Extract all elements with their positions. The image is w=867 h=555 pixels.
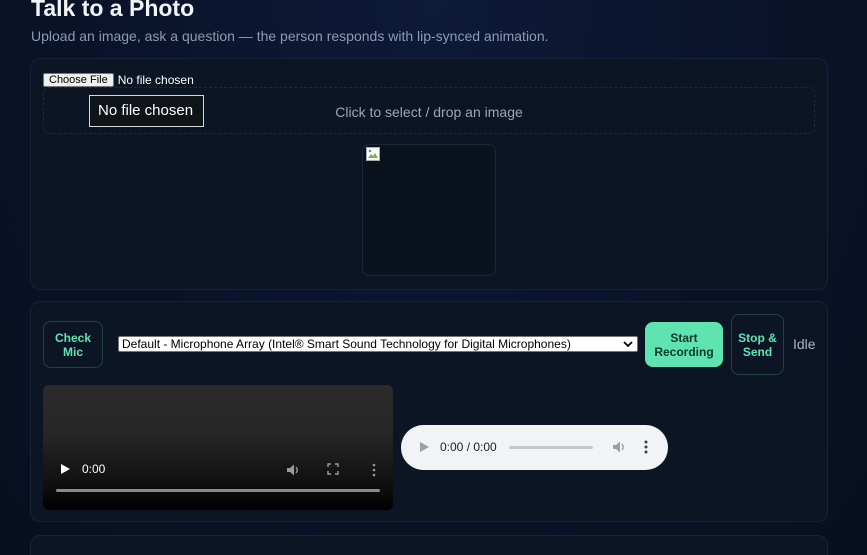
upload-card: Choose File No file chosen Click to sele…	[30, 58, 828, 290]
fullscreen-icon[interactable]	[327, 463, 339, 475]
page-subtitle: Upload an image, ask a question — the pe…	[31, 28, 549, 44]
volume-icon[interactable]	[286, 463, 300, 477]
file-tooltip: No file chosen	[89, 95, 204, 127]
volume-icon[interactable]	[612, 440, 626, 454]
broken-image-icon	[366, 147, 380, 161]
recording-status: Idle	[793, 336, 816, 352]
more-options-icon[interactable]	[369, 463, 379, 477]
stop-send-button[interactable]: Stop & Send	[731, 314, 784, 375]
start-recording-button[interactable]: Start Recording	[645, 322, 723, 367]
audio-progress-bar[interactable]	[509, 446, 593, 449]
file-input[interactable]: Choose File No file chosen	[43, 73, 194, 87]
image-preview	[362, 144, 496, 276]
audio-time: 0:00 / 0:00	[440, 440, 497, 454]
page-title: Talk to a Photo	[31, 0, 195, 21]
play-icon[interactable]	[59, 463, 71, 475]
choose-file-button[interactable]: Choose File	[43, 73, 114, 87]
more-options-icon[interactable]	[643, 440, 649, 454]
microphone-select[interactable]: Default - Microphone Array (Intel® Smart…	[118, 336, 638, 352]
response-card	[30, 535, 828, 555]
audio-player[interactable]: 0:00 / 0:00	[401, 425, 668, 470]
video-player[interactable]: 0:00	[43, 385, 393, 510]
recording-card: Check Mic Default - Microphone Array (In…	[30, 301, 828, 522]
chevron-down-icon	[623, 341, 633, 348]
check-mic-button[interactable]: Check Mic	[43, 321, 103, 368]
video-time: 0:00	[82, 462, 106, 476]
video-progress-bar[interactable]	[56, 489, 380, 492]
play-icon[interactable]	[418, 441, 430, 453]
microphone-select-value: Default - Microphone Array (Intel® Smart…	[122, 337, 571, 351]
file-status-text: No file chosen	[117, 73, 194, 87]
